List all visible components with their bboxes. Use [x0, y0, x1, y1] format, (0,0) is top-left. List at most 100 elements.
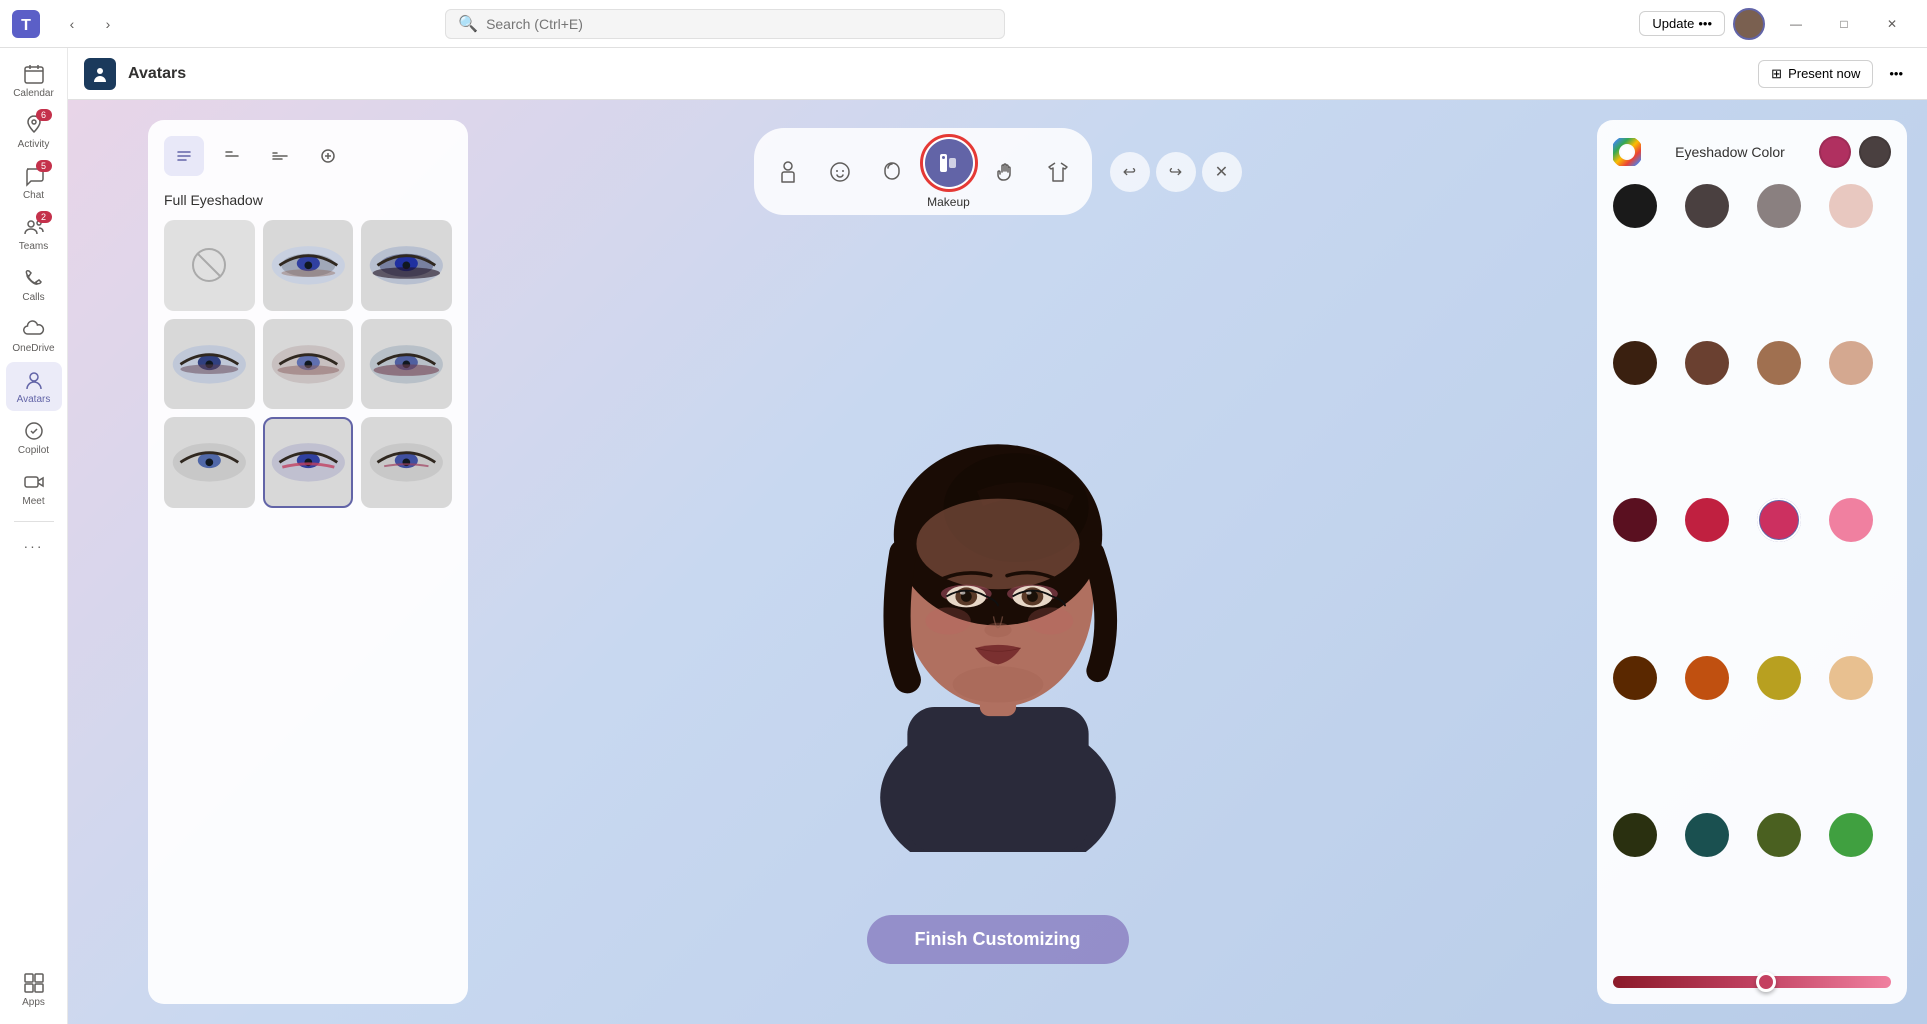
sidebar-item-activity[interactable]: 6 Activity: [6, 107, 62, 156]
sidebar-item-apps[interactable]: Apps: [6, 965, 62, 1014]
category-outfit-button[interactable]: [1034, 148, 1082, 196]
app-bar-title: Avatars: [128, 65, 186, 83]
category-hair-button[interactable]: [868, 148, 916, 196]
eyeshadow-style-5[interactable]: [361, 319, 452, 410]
color-swatch-orange[interactable]: [1685, 656, 1729, 700]
onedrive-icon: [22, 317, 46, 341]
category-pills: Makeup: [754, 128, 1092, 215]
color-swatch-gray[interactable]: [1757, 184, 1801, 228]
more-options-button[interactable]: •••: [1881, 61, 1911, 86]
chat-badge: 5: [36, 160, 52, 172]
more-icon: ···: [22, 534, 46, 558]
maximize-button[interactable]: □: [1821, 8, 1867, 40]
present-now-button[interactable]: ⊞ Present now: [1758, 60, 1873, 88]
nav-buttons: ‹ ›: [56, 8, 124, 40]
color-swatch-brown[interactable]: [1685, 341, 1729, 385]
color-panel-header: Eyeshadow Color: [1613, 136, 1891, 168]
search-input[interactable]: [486, 16, 992, 32]
sidebar-item-calendar[interactable]: Calendar: [6, 56, 62, 105]
tool-tab-eyeshadow-full[interactable]: [164, 136, 204, 176]
copilot-icon: [22, 419, 46, 443]
redo-button[interactable]: ↪: [1156, 152, 1196, 192]
eyeshadow-style-1[interactable]: [263, 220, 354, 311]
eyeshadow-grid: [164, 220, 452, 508]
undo-button[interactable]: ↩: [1110, 152, 1150, 192]
color-preview-secondary[interactable]: [1859, 136, 1891, 168]
activity-label: Activity: [18, 139, 50, 150]
color-swatch-gold[interactable]: [1757, 656, 1801, 700]
color-swatch-darkbrown[interactable]: [1613, 341, 1657, 385]
user-avatar[interactable]: [1733, 8, 1765, 40]
color-swatch-black[interactable]: [1613, 184, 1657, 228]
color-swatch-sienna[interactable]: [1613, 656, 1657, 700]
undo-icon: ↩: [1123, 162, 1136, 182]
eyeshadow-none[interactable]: [164, 220, 255, 311]
more-options-icon: •••: [1889, 66, 1903, 81]
eyeshadow-style-3[interactable]: [164, 319, 255, 410]
color-swatch-rose[interactable]: [1757, 498, 1801, 542]
eyeshadow-style-6[interactable]: [164, 417, 255, 508]
color-swatch-tan[interactable]: [1757, 341, 1801, 385]
app-bar-icon: [84, 58, 116, 90]
color-swatch-olive[interactable]: [1757, 813, 1801, 857]
color-swatch-green[interactable]: [1829, 813, 1873, 857]
avatars-icon: [22, 368, 46, 392]
category-face-button[interactable]: [816, 148, 864, 196]
close-button[interactable]: ✕: [1869, 8, 1915, 40]
color-slider-thumb[interactable]: [1756, 972, 1776, 992]
color-swatch-darkgray[interactable]: [1685, 184, 1729, 228]
tool-tab-eyeshadow-3[interactable]: [260, 136, 300, 176]
color-swatch-beige[interactable]: [1829, 341, 1873, 385]
sidebar: Calendar 6 Activity 5 Chat 2 Teams: [0, 48, 68, 1024]
redo-icon: ↪: [1169, 162, 1182, 182]
update-button[interactable]: Update •••: [1639, 11, 1725, 36]
minimize-button[interactable]: —: [1773, 8, 1819, 40]
sidebar-item-calls[interactable]: Calls: [6, 260, 62, 309]
update-label: Update: [1652, 16, 1694, 31]
teams-logo: T: [12, 10, 40, 38]
activity-badge: 6: [36, 109, 52, 121]
titlebar-right: Update ••• — □ ✕: [1639, 8, 1915, 40]
sidebar-item-onedrive[interactable]: OneDrive: [6, 311, 62, 360]
color-preview-primary[interactable]: [1819, 136, 1851, 168]
color-slider-track[interactable]: [1613, 976, 1891, 988]
category-gesture-button[interactable]: [982, 148, 1030, 196]
eyeshadow-style-2[interactable]: [361, 220, 452, 311]
teams-badge: 2: [36, 211, 52, 223]
color-swatch-pink[interactable]: [1829, 498, 1873, 542]
sidebar-item-meet[interactable]: Meet: [6, 464, 62, 513]
sidebar-item-teams[interactable]: 2 Teams: [6, 209, 62, 258]
eyeshadow-style-8[interactable]: [361, 417, 452, 508]
sidebar-item-chat[interactable]: 5 Chat: [6, 158, 62, 207]
eyeshadow-style-4[interactable]: [263, 319, 354, 410]
tool-tab-eyeshadow-2[interactable]: [212, 136, 252, 176]
chat-label: Chat: [23, 190, 44, 201]
close-customizer-button[interactable]: ✕: [1202, 152, 1242, 192]
finish-customizing-button[interactable]: Finish Customizing: [867, 915, 1129, 964]
color-swatch-darkgreen[interactable]: [1613, 813, 1657, 857]
category-makeup-button[interactable]: [925, 139, 973, 187]
search-icon: 🔍: [458, 14, 478, 34]
color-swatch-blush[interactable]: [1829, 184, 1873, 228]
eyeshadow-style-7[interactable]: [263, 417, 354, 508]
avatars-label: Avatars: [17, 394, 51, 405]
sidebar-item-avatars[interactable]: Avatars: [6, 362, 62, 411]
tool-tab-eyeshadow-4[interactable]: [308, 136, 348, 176]
color-swatch-teal[interactable]: [1685, 813, 1729, 857]
sidebar-item-copilot[interactable]: Copilot: [6, 413, 62, 462]
color-swatch-champagne[interactable]: [1829, 656, 1873, 700]
present-icon: ⊞: [1771, 66, 1782, 82]
category-body-button[interactable]: [764, 148, 812, 196]
left-panel: Full Eyeshadow: [148, 120, 468, 1004]
forward-button[interactable]: ›: [92, 8, 124, 40]
calls-label: Calls: [22, 292, 44, 303]
color-swatch-darkred[interactable]: [1613, 498, 1657, 542]
window-controls: — □ ✕: [1773, 8, 1915, 40]
sidebar-item-more[interactable]: ···: [6, 528, 62, 564]
back-button[interactable]: ‹: [56, 8, 88, 40]
color-swatch-red[interactable]: [1685, 498, 1729, 542]
search-bar[interactable]: 🔍: [445, 9, 1005, 39]
workspace: Makeup ↩ ↪ ✕: [68, 100, 1927, 1024]
meet-icon: [22, 470, 46, 494]
category-toolbar: Makeup ↩ ↪ ✕: [754, 128, 1242, 215]
